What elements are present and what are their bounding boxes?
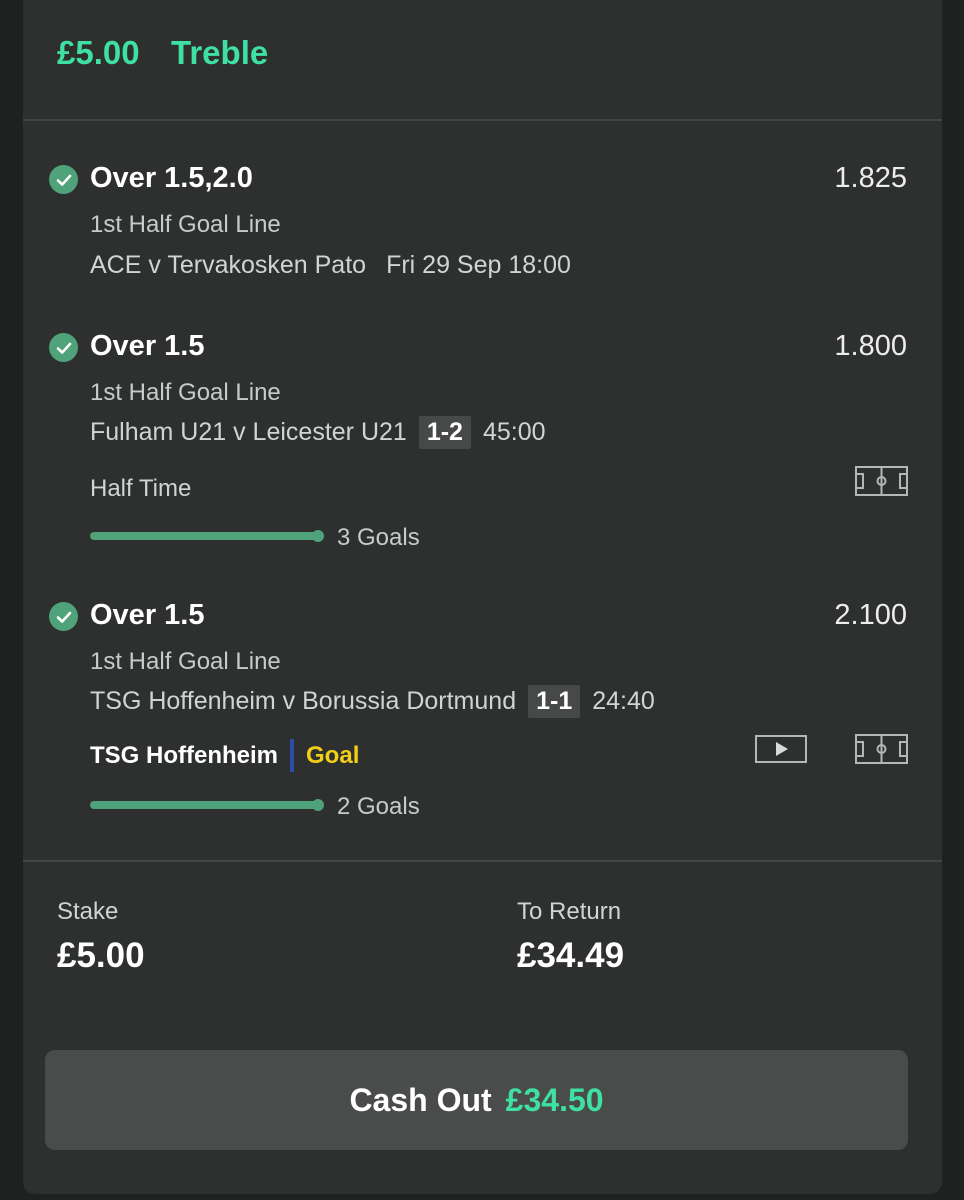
return-value: £34.49 [517,936,625,975]
selection-odds: 1.800 [834,330,907,362]
bet-card: £5.00 Treble Over 1.5,2.0 1.825 1st Half… [23,0,942,1194]
match-status: Half Time [90,475,192,502]
stake-label: Stake [57,898,119,925]
last-event-team: TSG Hoffenheim [90,741,279,769]
check-icon [49,333,78,362]
event-name: TSG Hoffenheim v Borussia Dortmund [90,687,517,715]
event-time: Fri 29 Sep 18:00 [386,251,571,279]
selection-title: Over 1.5 [90,599,205,631]
check-icon [49,602,78,631]
last-event-type: Goal [306,741,360,769]
goals-count: 3 Goals [337,524,420,551]
bet-type: Treble [171,34,269,71]
bet-amount: £5.00 [57,34,140,71]
event-name: Fulham U21 v Leicester U21 [90,418,407,446]
team-color-bar [290,739,295,772]
check-icon [49,165,78,194]
match-clock: 45:00 [482,418,546,446]
selection-title: Over 1.5 [90,330,205,362]
selection-market: 1st Half Goal Line [90,379,281,406]
selection-odds: 1.825 [834,162,907,194]
goals-progress-bar [90,799,324,811]
cash-out-label: Cash Out [349,1081,492,1118]
match-clock: 24:40 [592,687,655,715]
selection-event: TSG Hoffenheim v Borussia Dortmund 1-1 2… [90,685,655,718]
cash-out-button[interactable]: Cash Out £34.50 [45,1050,908,1150]
pitch-icon[interactable] [855,466,908,496]
selection-odds: 2.100 [834,599,907,631]
selection-market: 1st Half Goal Line [90,211,281,238]
selection-market: 1st Half Goal Line [90,648,281,675]
return-label: To Return [517,898,622,925]
progress-handle [312,530,324,542]
pitch-icon[interactable] [855,734,908,764]
goals-progress-bar [90,530,324,542]
selection-title: Over 1.5,2.0 [90,162,253,194]
progress-handle [312,799,324,811]
video-icon[interactable] [755,735,807,763]
last-event: TSG Hoffenheim Goal [90,739,359,772]
score-badge: 1-1 [528,685,581,718]
score-badge: 1-2 [418,416,471,449]
event-name: ACE v Tervakosken Pato [90,251,367,279]
goals-count: 2 Goals [337,793,420,820]
selection-event: ACE v Tervakosken Pato Fri 29 Sep 18:00 [90,251,571,280]
stake-value: £5.00 [57,936,145,975]
section-divider [23,860,942,862]
cash-out-amount: £34.50 [505,1081,604,1118]
selection-event: Fulham U21 v Leicester U21 1-2 45:00 [90,416,546,449]
bet-header: £5.00 Treble [23,0,942,121]
